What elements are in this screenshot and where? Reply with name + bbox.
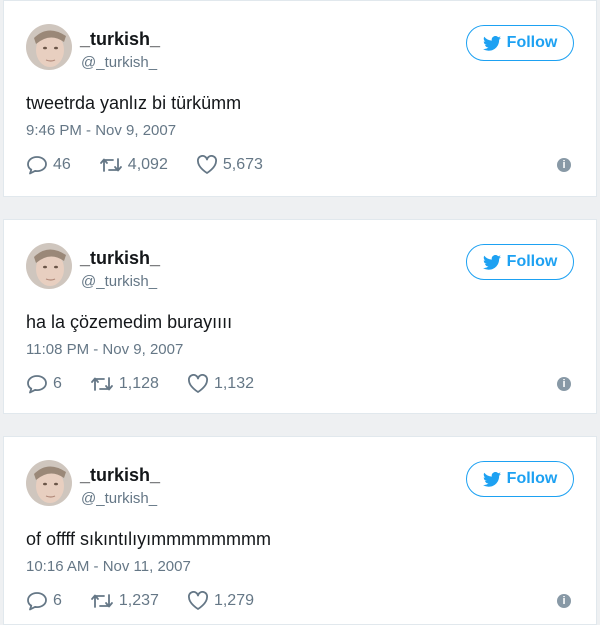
- reply-icon: [27, 375, 47, 394]
- retweet-icon: [91, 377, 113, 391]
- display-name[interactable]: _turkish_: [80, 29, 160, 50]
- avatar[interactable]: [26, 460, 72, 506]
- info-icon[interactable]: i: [557, 594, 571, 608]
- retweet-button[interactable]: 4,092: [99, 155, 168, 175]
- like-count: 1,132: [213, 375, 254, 392]
- reply-count: 46: [53, 156, 71, 173]
- retweet-button[interactable]: 1,237: [90, 591, 159, 611]
- reply-button[interactable]: 6: [26, 374, 62, 394]
- heart-icon: [187, 591, 208, 610]
- like-count: 1,279: [213, 592, 254, 609]
- tweet-text: ha la çözemedim burayıııı: [26, 312, 233, 332]
- user-handle[interactable]: @_turkish_: [81, 273, 157, 290]
- tweet-text: of offff sıkıntılıyımmmmmmmm: [26, 529, 272, 549]
- tweet-card: _turkish_ @_turkish_ Follow of offff sık…: [3, 436, 597, 625]
- twitter-bird-icon: [482, 35, 501, 51]
- reply-count: 6: [53, 375, 62, 392]
- follow-button[interactable]: Follow: [466, 25, 574, 61]
- tweet-timestamp[interactable]: 10:16 AM - Nov 11, 2007: [26, 558, 191, 575]
- heart-icon: [187, 374, 208, 393]
- retweet-icon: [91, 594, 113, 608]
- heart-icon: [196, 155, 217, 174]
- follow-button[interactable]: Follow: [466, 244, 574, 280]
- reply-button[interactable]: 6: [26, 591, 62, 611]
- tweet-text: tweetrda yanlız bi türkümm: [26, 93, 242, 113]
- user-handle[interactable]: @_turkish_: [81, 54, 157, 71]
- reply-icon: [27, 156, 47, 175]
- follow-label: Follow: [506, 253, 558, 270]
- retweet-button[interactable]: 1,128: [90, 374, 159, 394]
- reply-count: 6: [53, 592, 62, 609]
- retweet-count: 1,128: [118, 375, 159, 392]
- retweet-icon: [99, 158, 122, 172]
- user-handle[interactable]: @_turkish_: [81, 490, 157, 507]
- follow-label: Follow: [506, 34, 558, 51]
- display-name[interactable]: _turkish_: [80, 465, 160, 486]
- avatar[interactable]: [26, 243, 72, 289]
- reply-button[interactable]: 46: [26, 155, 71, 175]
- tweet-card: _turkish_ @_turkish_ Follow tweetrda yan…: [3, 0, 597, 197]
- retweet-count: 1,237: [118, 592, 159, 609]
- reply-icon: [27, 592, 47, 611]
- like-button[interactable]: 1,132: [187, 374, 254, 394]
- tweet-actions: 46 4,092 5,673: [26, 155, 291, 175]
- retweet-count: 4,092: [127, 156, 168, 173]
- twitter-bird-icon: [482, 254, 501, 270]
- like-count: 5,673: [222, 156, 263, 173]
- tweet-timestamp[interactable]: 11:08 PM - Nov 9, 2007: [26, 341, 183, 358]
- tweet-actions: 6 1,128 1,132: [26, 374, 282, 394]
- info-icon[interactable]: i: [557, 377, 571, 391]
- like-button[interactable]: 5,673: [196, 155, 263, 175]
- follow-label: Follow: [506, 470, 558, 487]
- tweet-actions: 6 1,237 1,279: [26, 591, 282, 611]
- twitter-bird-icon: [482, 471, 501, 487]
- avatar[interactable]: [26, 24, 72, 70]
- tweet-card: _turkish_ @_turkish_ Follow ha la çözeme…: [3, 219, 597, 414]
- display-name[interactable]: _turkish_: [80, 248, 160, 269]
- follow-button[interactable]: Follow: [466, 461, 574, 497]
- info-icon[interactable]: i: [557, 158, 571, 172]
- like-button[interactable]: 1,279: [187, 591, 254, 611]
- tweet-timestamp[interactable]: 9:46 PM - Nov 9, 2007: [26, 122, 176, 139]
